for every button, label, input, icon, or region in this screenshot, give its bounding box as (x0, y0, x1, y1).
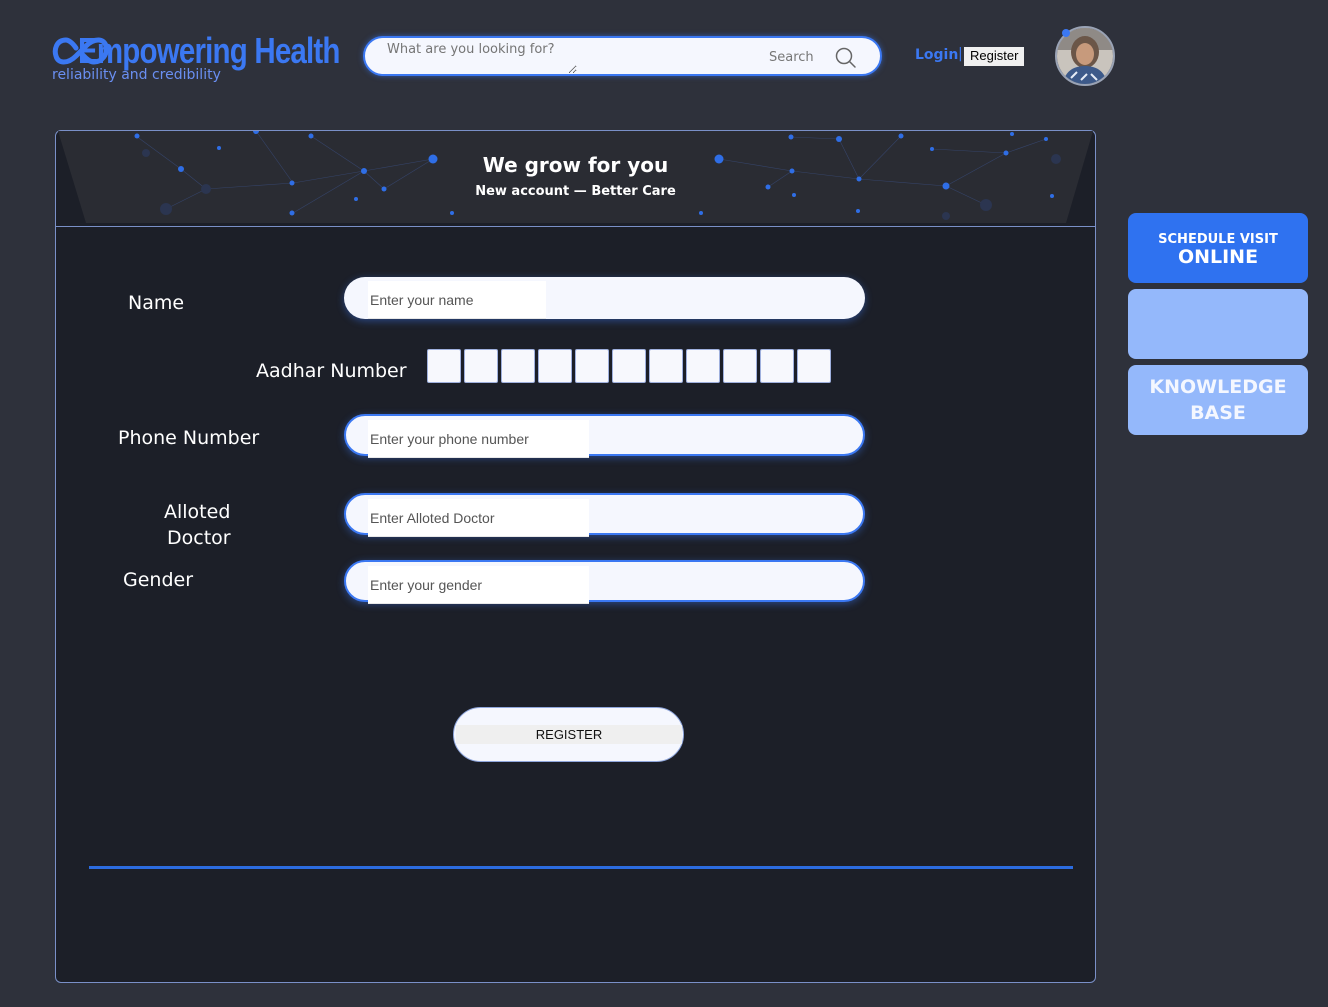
knowledge-base-label-line2: BASE (1190, 402, 1246, 424)
login-link[interactable]: Login (915, 47, 958, 63)
knowledge-base-button[interactable]: KNOWLEDGE BASE (1128, 365, 1308, 435)
page: Empowering Health reliability and credib… (0, 0, 1328, 1007)
name-label: Name (128, 292, 185, 314)
search-bar: Search (363, 36, 882, 76)
side-blank-button[interactable] (1128, 289, 1308, 359)
aadhar-digit-3[interactable] (501, 349, 535, 383)
aadhar-digit-6[interactable] (612, 349, 646, 383)
search-label[interactable]: Search (769, 50, 814, 65)
aadhar-digit-11[interactable] (797, 349, 831, 383)
aadhar-digit-8[interactable] (686, 349, 720, 383)
phone-field (344, 414, 865, 458)
aadhar-digit-2[interactable] (464, 349, 498, 383)
aadhar-label: Aadhar Number (256, 360, 407, 382)
aadhar-digit-5[interactable] (575, 349, 609, 383)
logo[interactable]: Empowering Health reliability and credib… (52, 30, 342, 90)
search-input[interactable] (387, 42, 577, 74)
name-field (344, 277, 865, 319)
network-pattern-background (58, 131, 1093, 223)
doctor-field (344, 493, 865, 537)
divider (89, 866, 1073, 869)
search-icon[interactable] (835, 47, 857, 69)
login-register-separator: | (958, 46, 963, 62)
gender-field (344, 560, 865, 604)
online-status-dot (1062, 29, 1070, 37)
doctor-input[interactable] (368, 499, 589, 537)
logo-title: Empowering Health (78, 30, 340, 71)
gender-input[interactable] (368, 566, 589, 604)
schedule-online-label: ONLINE (1177, 246, 1259, 268)
banner-subtitle: New account — Better Care (475, 184, 676, 199)
logo-tagline: reliability and credibility (52, 67, 221, 83)
gender-label: Gender (123, 569, 194, 591)
aadhar-digit-4[interactable] (538, 349, 572, 383)
schedule-visit-button[interactable]: SCHEDULE VISIT ONLINE (1128, 213, 1308, 283)
registration-card: We grow for you New account — Better Car… (55, 130, 1096, 983)
banner-title: We grow for you (482, 153, 669, 177)
schedule-visit-label: SCHEDULE VISIT (1158, 232, 1278, 247)
doctor-label-line1: Alloted (164, 501, 231, 523)
doctor-label-line2: Doctor (167, 527, 231, 549)
register-link[interactable]: Register (964, 47, 1025, 66)
register-button[interactable]: REGISTER (453, 707, 684, 762)
aadhar-digit-7[interactable] (649, 349, 683, 383)
phone-label: Phone Number (118, 427, 260, 449)
knowledge-base-label-line1: KNOWLEDGE (1149, 376, 1287, 398)
aadhar-digit-10[interactable] (760, 349, 794, 383)
aadhar-digit-9[interactable] (723, 349, 757, 383)
name-input[interactable] (368, 281, 546, 319)
aadhar-digit-1[interactable] (427, 349, 461, 383)
phone-input[interactable] (368, 420, 589, 458)
banner: We grow for you New account — Better Car… (56, 131, 1095, 227)
register-button-label: REGISTER (456, 725, 682, 744)
